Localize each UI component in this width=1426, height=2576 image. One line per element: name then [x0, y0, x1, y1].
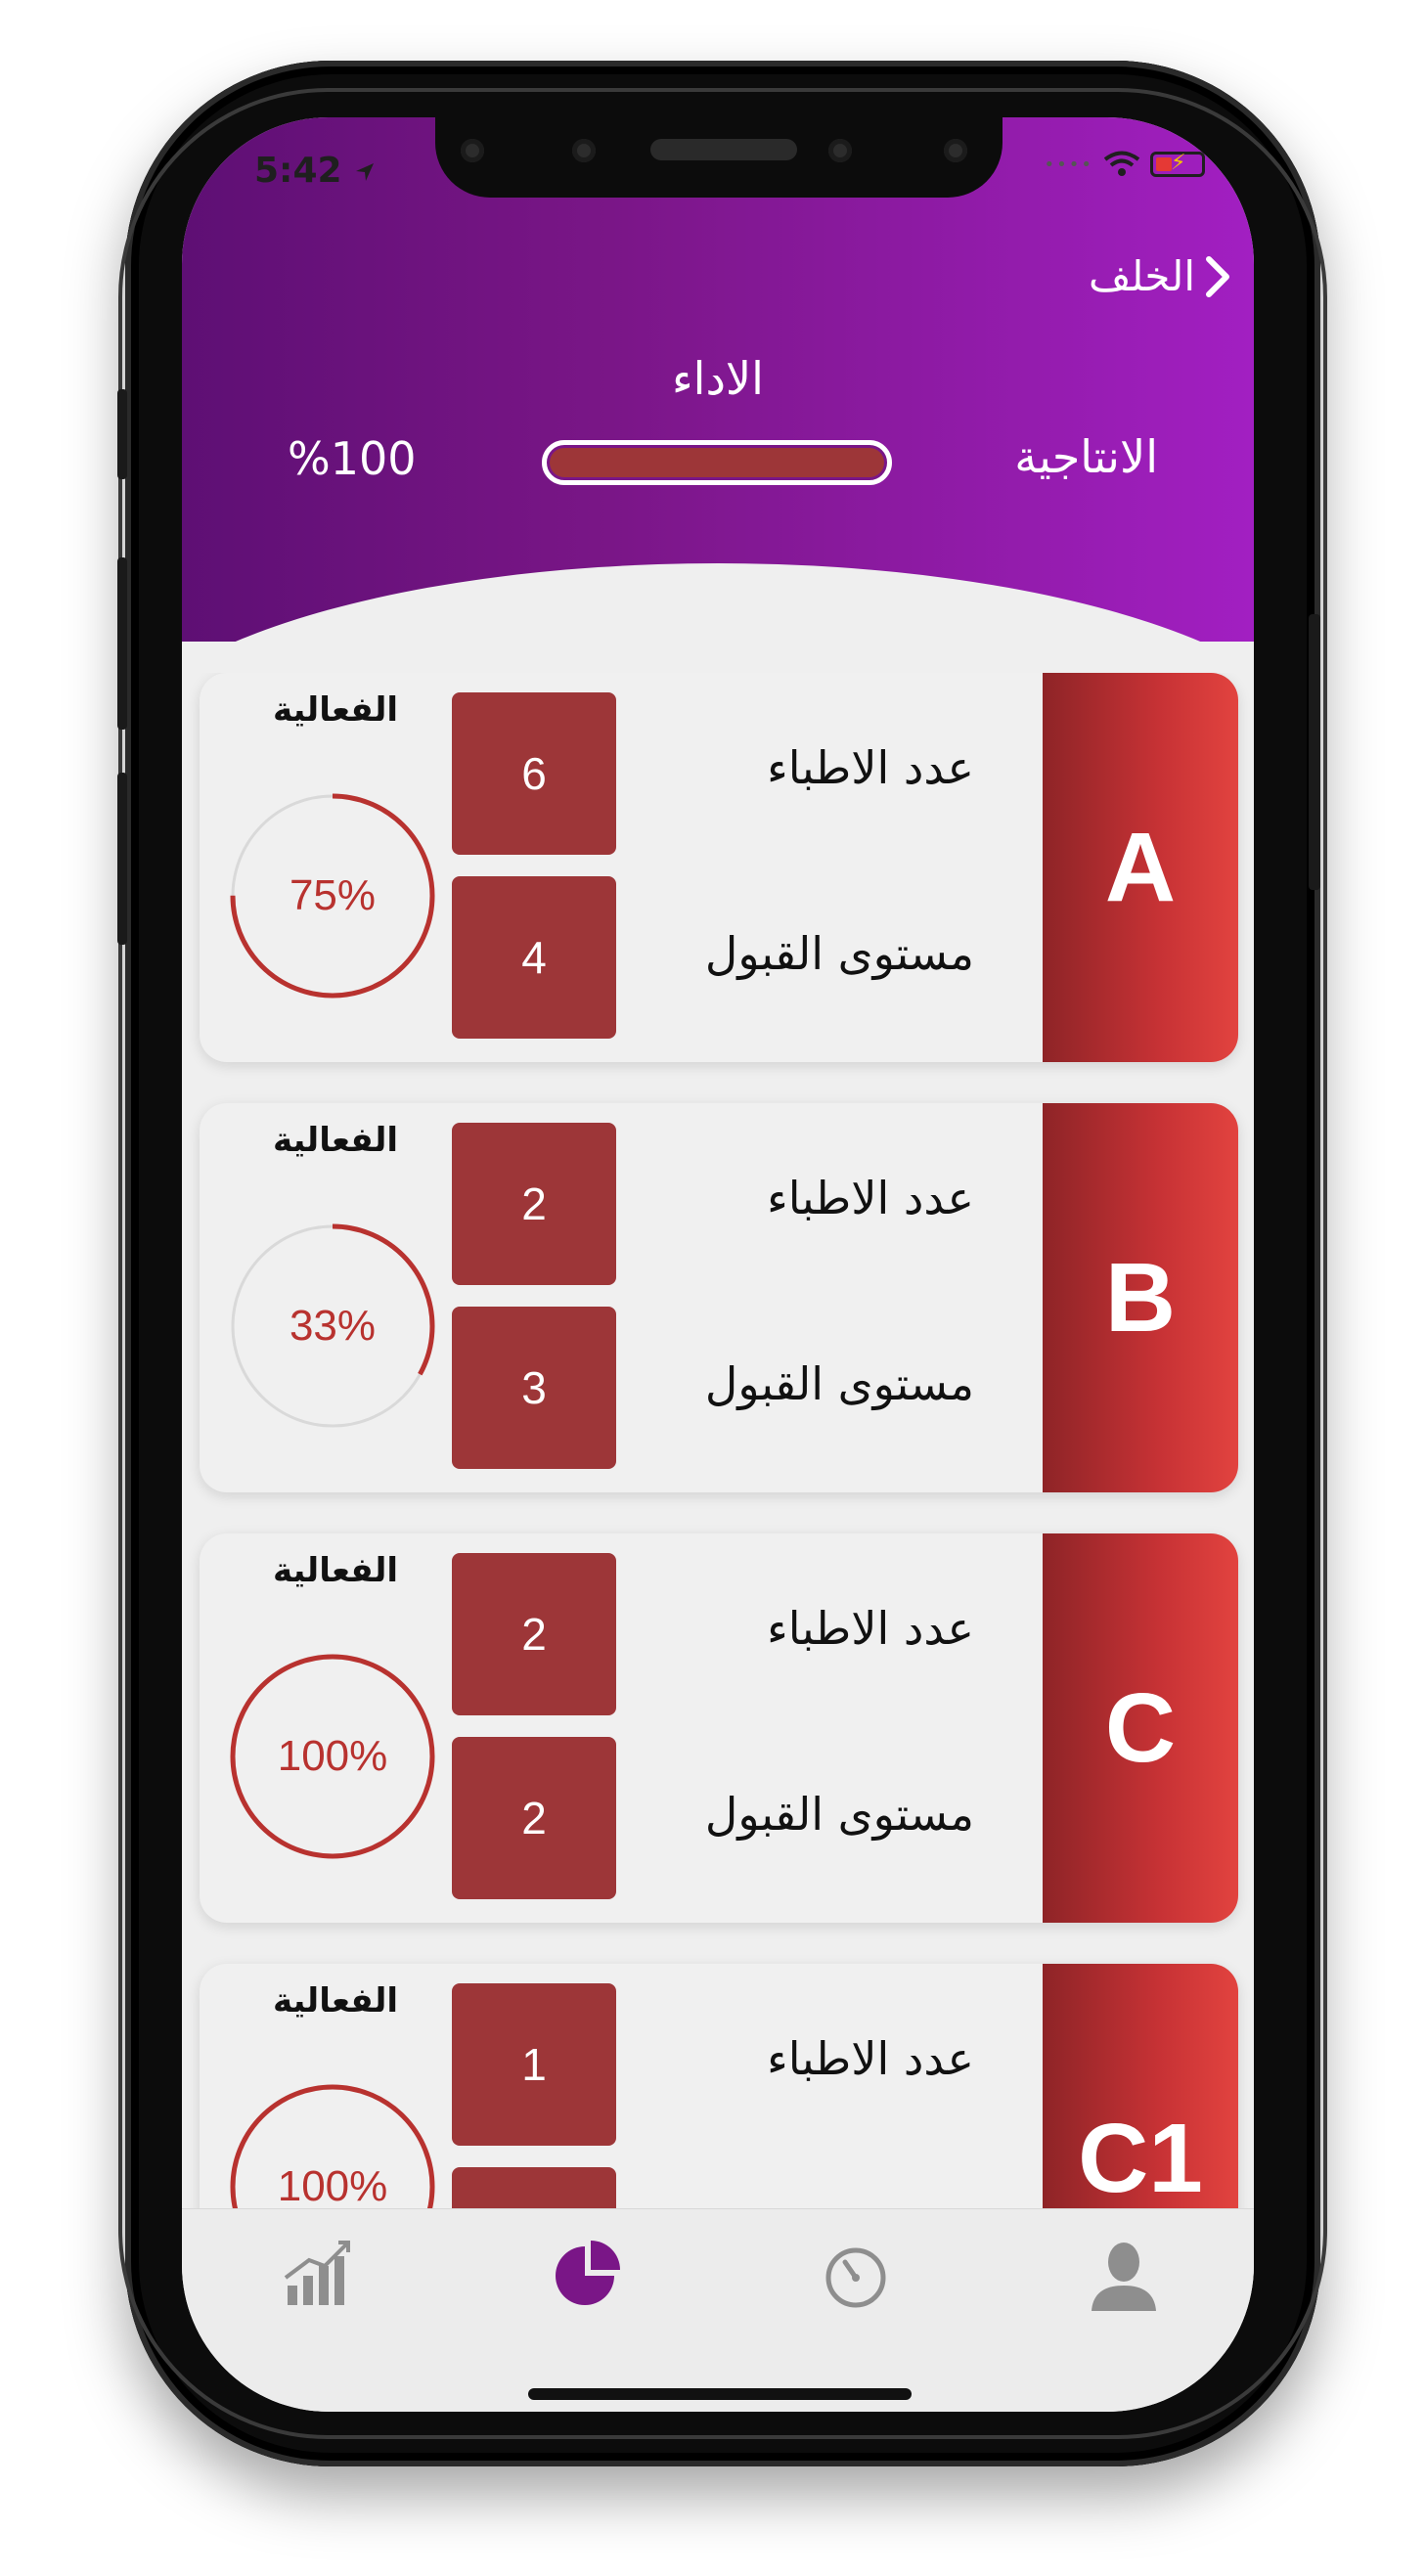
- sensor-icon: [461, 139, 484, 162]
- doctors-count-value: 2: [452, 1553, 616, 1715]
- grade-card[interactable]: A عدد الاطباء مستوى القبول 6 4 الفعالية …: [200, 673, 1238, 1062]
- tab-statistics[interactable]: [276, 2231, 364, 2319]
- wifi-icon: [1103, 151, 1140, 176]
- doctors-count-value: 2: [452, 1123, 616, 1285]
- grade-letter: C: [1104, 1673, 1177, 1783]
- effectiveness-value: 75%: [290, 871, 376, 919]
- proximity-sensor-icon: [944, 139, 967, 162]
- grade-tag: C: [1043, 1533, 1238, 1923]
- effectiveness-ring: 100%: [230, 1654, 435, 1859]
- stats-chart-icon: [284, 2241, 350, 2305]
- pie-chart-icon: [556, 2241, 620, 2305]
- tab-timer[interactable]: [812, 2231, 900, 2319]
- volume-down-button: [117, 773, 127, 945]
- effectiveness-label: الفعالية: [272, 1121, 399, 1160]
- silent-switch: [117, 389, 127, 479]
- page-title: الاداء: [672, 352, 764, 405]
- effectiveness-ring: 75%: [230, 793, 435, 999]
- effectiveness-value: 100%: [278, 1732, 388, 1780]
- chevron-right-icon: [1206, 255, 1229, 297]
- timer-icon: [825, 2247, 886, 2308]
- grade-letter: A: [1104, 813, 1177, 922]
- effectiveness-ring: 33%: [230, 1223, 435, 1429]
- effectiveness-value: 33%: [290, 1302, 376, 1350]
- acceptance-level-value: 4: [452, 876, 616, 1039]
- effectiveness-label: الفعالية: [272, 1551, 399, 1590]
- tab-pie-chart[interactable]: [544, 2231, 632, 2319]
- productivity-progress-bar: [542, 440, 892, 485]
- back-button[interactable]: الخلف: [1089, 252, 1230, 300]
- grade-card[interactable]: B عدد الاطباء مستوى القبول 2 3 الفعالية …: [200, 1103, 1238, 1492]
- cellular-signal-icon: ••••: [1044, 154, 1093, 175]
- effectiveness-value: 100%: [278, 2162, 388, 2210]
- doctors-count-value: 1: [452, 1983, 616, 2146]
- acceptance-level-label: مستوى القبول: [704, 1788, 974, 1841]
- doctors-count-label: عدد الاطباء: [767, 1172, 974, 1224]
- power-button: [1309, 614, 1320, 890]
- productivity-value: %100: [288, 432, 417, 485]
- home-indicator[interactable]: [528, 2388, 912, 2400]
- status-time: 5:42: [254, 151, 376, 191]
- grade-tag: B: [1043, 1103, 1238, 1492]
- speaker-grille: [650, 139, 797, 160]
- doctors-count-label: عدد الاطباء: [767, 741, 974, 794]
- status-icons: •••• ⚡: [1045, 151, 1205, 178]
- user-icon: [1092, 2243, 1156, 2311]
- sensor-icon: [828, 139, 852, 162]
- productivity-label: الانتاجية: [1014, 430, 1158, 483]
- doctors-count-value: 6: [452, 692, 616, 855]
- location-arrow-icon: [356, 163, 375, 181]
- grade-letter: C1: [1078, 2104, 1203, 2213]
- grade-tag: A: [1043, 673, 1238, 1062]
- app-screen: 5:42 •••• ⚡ الخلف الاداء الانتاجية %100 …: [182, 117, 1254, 2412]
- battery-icon: ⚡: [1150, 151, 1205, 177]
- grade-letter: B: [1104, 1243, 1177, 1353]
- tab-bar: [182, 2208, 1254, 2412]
- effectiveness-label: الفعالية: [272, 1981, 399, 2021]
- doctors-count-label: عدد الاطباء: [767, 2032, 974, 2085]
- grade-card[interactable]: C عدد الاطباء مستوى القبول 2 2 الفعالية …: [200, 1533, 1238, 1923]
- clock: 5:42: [254, 151, 342, 191]
- acceptance-level-label: مستوى القبول: [704, 1357, 974, 1410]
- grade-tag: C1: [1043, 1964, 1238, 2236]
- volume-up-button: [117, 557, 127, 730]
- grade-card[interactable]: C1 عدد الاطباء 1 الفعالية 100%: [200, 1964, 1238, 2236]
- acceptance-level-value: 2: [452, 1737, 616, 1899]
- effectiveness-label: الفعالية: [272, 690, 399, 730]
- acceptance-level-value: 3: [452, 1307, 616, 1469]
- progress-fill: [550, 448, 884, 477]
- grades-list[interactable]: A عدد الاطباء مستوى القبول 6 4 الفعالية …: [182, 673, 1254, 2236]
- back-label: الخلف: [1089, 252, 1195, 300]
- acceptance-level-label: مستوى القبول: [704, 927, 974, 980]
- camera-icon: [572, 139, 596, 162]
- doctors-count-label: عدد الاطباء: [767, 1602, 974, 1655]
- notch: [435, 117, 1003, 198]
- tab-profile[interactable]: [1080, 2231, 1168, 2319]
